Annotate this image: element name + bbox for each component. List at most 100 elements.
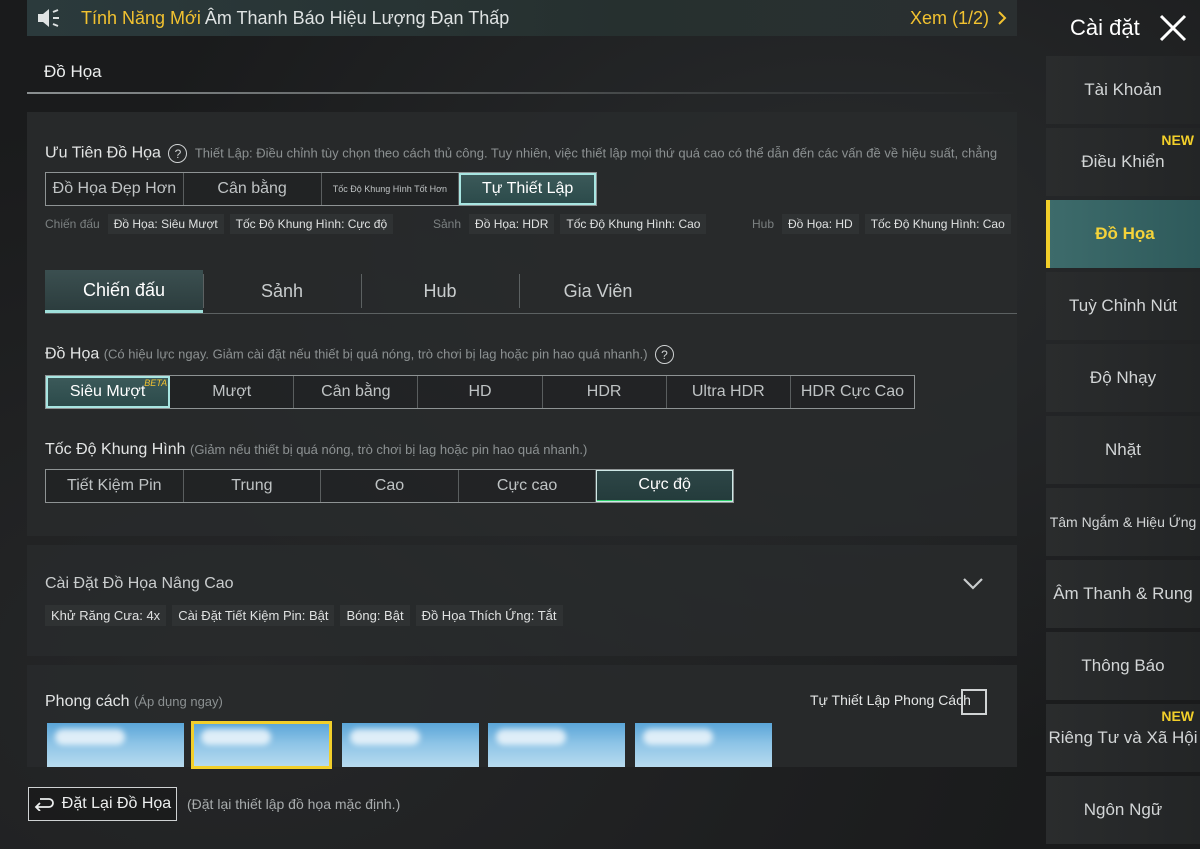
sidebar-item-label: Tâm Ngắm & Hiệu Ứng [1049, 514, 1197, 530]
close-icon[interactable] [1158, 13, 1188, 43]
summary-tag: Tốc Độ Khung Hình: Cao [864, 214, 1011, 234]
reset-graphics-label: Đặt Lại Đồ Họa [61, 795, 172, 812]
framerate-option-ultra[interactable]: Cực cao [459, 470, 597, 502]
framerate-selector: Tiết Kiệm Pin Trung Cao Cực cao Cực độ [45, 469, 734, 503]
announcement-bar[interactable]: Tính Năng Mới Âm Thanh Báo Hiệu Lượng Đạ… [27, 0, 1017, 36]
graphics-option-hd[interactable]: HD [418, 376, 543, 408]
announcement-view-label: Xem (1/2) [909, 7, 989, 28]
chevron-right-icon [998, 11, 1007, 25]
sidebar-item-pickup[interactable]: Nhặt [1046, 416, 1200, 484]
sidebar-item-sensitivity[interactable]: Độ Nhạy [1046, 344, 1200, 412]
sidebar-item-notifications[interactable]: Thông Báo [1046, 632, 1200, 700]
mode-tabs: Chiến đấu Sảnh Hub Gia Viên [45, 270, 1017, 314]
sidebar-item-label: Độ Nhạy [1089, 368, 1157, 387]
priority-description: Thiết Lập: Điều chỉnh tùy chọn theo cách… [194, 145, 998, 161]
priority-option-better-framerate[interactable]: Tốc Độ Khung Hình Tốt Hơn [322, 173, 460, 205]
battle-summary-label: Chiến đấu [45, 217, 100, 231]
graphics-option-super-smooth[interactable]: Siêu Mượt BETA [46, 376, 171, 408]
speaker-icon [33, 0, 67, 36]
sidebar-item-label: Âm Thanh & Rung [1053, 584, 1193, 603]
chevron-down-icon[interactable] [962, 577, 984, 591]
sidebar-item-label: Tuỳ Chỉnh Nút [1068, 296, 1178, 315]
announcement-highlight: Tính Năng Mới [81, 7, 201, 28]
framerate-option-high[interactable]: Cao [321, 470, 459, 502]
tab-lobby[interactable]: Sảnh [203, 270, 361, 313]
priority-option-balanced[interactable]: Cân bằng [184, 173, 322, 205]
summary-tag: Đồ Họa: Siêu Mượt [107, 214, 224, 234]
framerate-option-extreme[interactable]: Cực độ [596, 470, 733, 502]
priority-option-better-graphics[interactable]: Đồ Họa Đẹp Hơn [46, 173, 184, 205]
beta-badge: BETA [144, 378, 168, 388]
hub-summary: Hub Đồ Họa: HD Tốc Độ Khung Hình: Cao [752, 214, 1011, 234]
graphics-row-title: Đồ Họa (Có hiệu lực ngay. Giảm cài đặt n… [45, 345, 677, 364]
framerate-row-title: Tốc Độ Khung Hình (Giảm nếu thiết bị quá… [45, 441, 587, 459]
style-subtitle: (Áp dụng ngay) [133, 694, 223, 709]
lobby-summary: Sảnh Đồ Họa: HDR Tốc Độ Khung Hình: Cao [433, 214, 707, 234]
summary-tag: Tốc Độ Khung Hình: Cao [560, 214, 707, 234]
reset-graphics-button[interactable]: Đặt Lại Đồ Họa [28, 787, 177, 821]
summary-tag: Tốc Độ Khung Hình: Cực độ [229, 214, 394, 234]
sidebar-item-privacy-social[interactable]: Riêng Tư và Xã Hội NEW [1046, 704, 1200, 772]
hub-summary-label: Hub [752, 217, 775, 231]
style-thumbnail[interactable] [342, 723, 479, 767]
advanced-tag: Cài Đặt Tiết Kiệm Pin: Bật [172, 605, 335, 626]
framerate-option-medium[interactable]: Trung [184, 470, 322, 502]
sidebar-item-label: Thông Báo [1081, 656, 1165, 675]
style-thumbnail[interactable] [47, 723, 184, 767]
sidebar-item-graphics[interactable]: Đồ Họa [1046, 200, 1200, 268]
sidebar-item-label: Điều Khiển [1081, 152, 1165, 171]
framerate-subtitle: (Giảm nếu thiết bị quá nóng, trò chơi bị… [189, 442, 588, 457]
advanced-settings-panel[interactable] [27, 545, 1017, 656]
graphics-option-balanced[interactable]: Cân bằng [294, 376, 419, 408]
tab-hub[interactable]: Hub [361, 270, 519, 313]
help-icon[interactable]: ? [655, 345, 674, 364]
framerate-title: Tốc Độ Khung Hình [45, 441, 186, 458]
sidebar-item-audio-vibration[interactable]: Âm Thanh & Rung [1046, 560, 1200, 628]
priority-option-custom[interactable]: Tự Thiết Lập [459, 173, 596, 205]
settings-header: Cài đặt [1046, 0, 1200, 56]
graphics-option-ultra-hdr[interactable]: Ultra HDR [667, 376, 791, 408]
help-icon[interactable]: ? [168, 144, 188, 163]
summary-tag: Đồ Họa: HD [782, 214, 859, 234]
settings-title: Cài đặt [1070, 15, 1140, 40]
sidebar-item-controls[interactable]: Điều Khiển NEW [1046, 128, 1200, 196]
undo-icon [34, 798, 54, 811]
priority-title: Ưu Tiên Đồ Họa [45, 144, 161, 162]
lobby-summary-label: Sảnh [433, 217, 462, 231]
battle-summary: Chiến đấu Đồ Họa: Siêu Mượt Tốc Độ Khung… [45, 214, 394, 234]
graphics-option-extreme-hdr[interactable]: HDR Cực Cao [791, 376, 914, 408]
style-title: Phong cách [45, 693, 130, 710]
tab-battle[interactable]: Chiến đấu [45, 270, 203, 313]
priority-selector: Đồ Họa Đẹp Hơn Cân bằng Tốc Độ Khung Hìn… [45, 172, 597, 206]
sidebar-item-label: Nhặt [1105, 440, 1141, 459]
style-thumbnail[interactable] [488, 723, 625, 767]
sidebar-item-language[interactable]: Ngôn Ngữ [1046, 776, 1200, 844]
sidebar-item-crosshair-effects[interactable]: Tâm Ngắm & Hiệu Ứng [1046, 488, 1200, 556]
new-badge: NEW [1161, 708, 1194, 724]
settings-sidebar: Tài Khoản Điều Khiển NEW Đồ Họa Tuỳ Chỉnh… [1046, 56, 1200, 848]
graphics-subtitle: (Có hiệu lực ngay. Giảm cài đặt nếu thiế… [103, 346, 648, 362]
divider [27, 92, 1017, 94]
graphics-option-hdr[interactable]: HDR [543, 376, 667, 408]
sidebar-item-label: Đồ Họa [1095, 224, 1155, 243]
advanced-title: Cài Đặt Đồ Họa Nâng Cao [45, 575, 234, 592]
style-thumbnail-selected[interactable] [191, 721, 332, 769]
style-thumbnail[interactable] [635, 723, 772, 767]
graphics-option-smooth[interactable]: Mượt [170, 376, 295, 408]
advanced-tag: Khử Răng Cưa: 4x [45, 605, 167, 626]
custom-style-checkbox[interactable] [961, 689, 987, 715]
priority-row-title: Ưu Tiên Đồ Họa ? Thiết Lập: Điều chỉnh t… [45, 144, 1005, 163]
advanced-tag: Đồ Họa Thích Ứng: Tắt [415, 605, 563, 626]
announcement-view-button[interactable]: Xem (1/2) [910, 8, 1007, 29]
summary-tag: Đồ Họa: HDR [469, 214, 555, 234]
page-title: Đồ Họa [44, 62, 102, 81]
graphics-option-label: Siêu Mượt [69, 383, 146, 400]
sidebar-item-account[interactable]: Tài Khoản [1046, 56, 1200, 124]
divider [45, 313, 1017, 314]
sidebar-item-custom-buttons[interactable]: Tuỳ Chỉnh Nút [1046, 272, 1200, 340]
tab-home[interactable]: Gia Viên [519, 270, 677, 313]
style-row-title: Phong cách (Áp dụng ngay) [45, 693, 223, 711]
new-badge: NEW [1161, 132, 1194, 148]
sidebar-item-label: Riêng Tư và Xã Hội [1048, 728, 1198, 747]
framerate-option-battery-saver[interactable]: Tiết Kiệm Pin [46, 470, 184, 502]
